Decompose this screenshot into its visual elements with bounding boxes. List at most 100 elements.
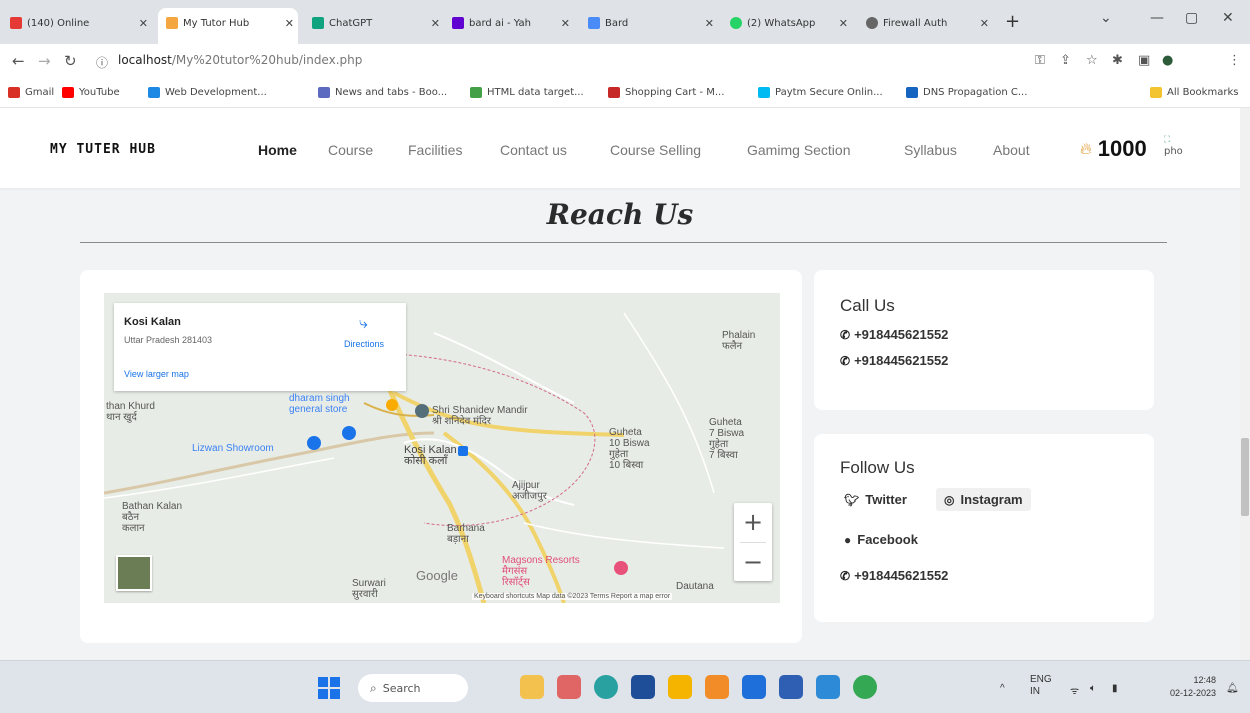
nav-course[interactable]: Course — [328, 142, 373, 158]
bookmark-item[interactable]: Paytm Secure Onlin... — [758, 87, 883, 98]
store-icon[interactable] — [631, 675, 655, 699]
nav-gaming-section[interactable]: Gamimg Section — [747, 142, 850, 158]
browser-tab[interactable]: bard ai - Yah ✕ — [444, 10, 574, 36]
browser-tab[interactable]: ChatGPT ✕ — [304, 10, 444, 36]
new-tab-button[interactable]: + — [1005, 11, 1020, 32]
close-icon[interactable]: ✕ — [561, 17, 570, 30]
profile-avatar-icon[interactable]: ● — [1162, 53, 1173, 68]
nav-syllabus[interactable]: Syllabus — [904, 142, 957, 158]
close-icon[interactable]: ✕ — [839, 17, 848, 30]
app-icon[interactable] — [705, 675, 729, 699]
taskbar-search[interactable]: ⌕ Search — [358, 674, 468, 702]
twitter-link[interactable]: 🐦︎ Twitter — [844, 492, 907, 507]
close-icon[interactable]: ✕ — [139, 17, 148, 30]
browser-tab[interactable]: (140) Online ✕ — [2, 10, 152, 36]
map-label: Bathan Kalan बठैन कलान — [122, 501, 183, 534]
menu-icon[interactable]: ⋮ — [1228, 53, 1241, 68]
bookmark-item[interactable]: YouTube — [62, 87, 120, 98]
map-label: Guheta 10 Biswa गुहेता 10 बिस्वा — [609, 427, 650, 471]
nav-contact-us[interactable]: Contact us — [500, 142, 567, 158]
back-arrow-icon[interactable]: ← — [12, 52, 25, 70]
user-avatar[interactable]: ⛶ pho — [1164, 134, 1200, 166]
map-card: Phalain फलैन than Khurd थान खुर्द dharam s… — [80, 270, 802, 643]
mail-icon[interactable] — [779, 675, 803, 699]
all-bookmarks-button[interactable]: All Bookmarks — [1150, 87, 1238, 98]
restore-button[interactable]: ▢ — [1185, 10, 1198, 26]
close-icon[interactable]: ✕ — [431, 17, 440, 30]
windows-start-icon[interactable] — [318, 677, 340, 699]
whatsapp-icon — [730, 17, 742, 29]
close-icon[interactable]: ✕ — [980, 17, 989, 30]
bookmark-item[interactable]: Gmail — [8, 87, 54, 98]
bookmark-icon — [608, 87, 620, 98]
call-us-title: Call Us — [840, 296, 895, 315]
map-label: than Khurd थान खुर्द — [106, 401, 155, 423]
bookmark-item[interactable]: Shopping Cart - M... — [608, 87, 724, 98]
close-icon[interactable]: ✕ — [285, 17, 294, 30]
nav-facilities[interactable]: Facilities — [408, 142, 462, 158]
nav-home[interactable]: Home — [258, 142, 297, 158]
follow-us-card: Follow Us 🐦︎ Twitter ◎ Instagram ● Facebook… — [814, 434, 1154, 622]
close-window-button[interactable]: ✕ — [1222, 10, 1234, 26]
minimize-button[interactable]: — — [1150, 10, 1164, 26]
file-explorer-icon[interactable] — [668, 675, 692, 699]
zoom-out-button[interactable]: − — [734, 543, 772, 581]
close-icon[interactable]: ✕ — [705, 17, 714, 30]
browser-tab[interactable]: Bard ✕ — [580, 10, 718, 36]
scrollbar-thumb[interactable] — [1241, 438, 1249, 516]
phone-link[interactable]: ✆ +918445621552 — [840, 568, 948, 583]
browser-tab-active[interactable]: My Tutor Hub ✕ — [158, 8, 298, 44]
side-panel-icon[interactable]: ▣ — [1138, 53, 1150, 68]
share-icon[interactable]: ⇪ — [1060, 53, 1071, 68]
key-icon[interactable]: ⚿ — [1035, 53, 1045, 68]
tab-search-icon[interactable]: ⌄ — [1100, 10, 1112, 26]
extensions-icon[interactable]: ✱ — [1112, 53, 1123, 68]
google-map[interactable]: Phalain फलैन than Khurd थान खुर्द dharam s… — [104, 293, 780, 603]
taskbar-clock[interactable]: 12:48 02-12-2023 — [1168, 674, 1216, 700]
phone-link[interactable]: ✆ +918445621552 — [840, 327, 948, 342]
nav-about[interactable]: About — [993, 142, 1030, 158]
browser-tab[interactable]: Firewall Auth ✕ — [858, 10, 993, 36]
site-info-icon[interactable]: ⓘ — [96, 54, 108, 71]
page-scrollbar[interactable] — [1240, 108, 1250, 660]
map-attribution[interactable]: Keyboard shortcuts Map data ©2023 Terms … — [472, 593, 673, 600]
facebook-link[interactable]: ● Facebook — [844, 532, 918, 547]
phone-link[interactable]: ✆ +918445621552 — [840, 353, 948, 368]
directions-link[interactable]: Directions — [344, 339, 384, 349]
language-indicator[interactable]: ENG IN — [1030, 674, 1052, 698]
map-label: Surwari सुरवारी — [352, 578, 386, 600]
vscode-icon[interactable] — [816, 675, 840, 699]
forward-arrow-icon[interactable]: → — [38, 52, 51, 70]
edge-icon[interactable] — [594, 675, 618, 699]
directions-icon[interactable]: ⤷ — [359, 313, 368, 333]
battery-icon[interactable]: ▮ — [1112, 683, 1118, 694]
browser-tab[interactable]: (2) WhatsApp ✕ — [722, 10, 852, 36]
tray-chevron-icon[interactable]: ^ — [1000, 683, 1005, 694]
bookmark-label: Web Development... — [165, 87, 267, 98]
globe-icon — [866, 17, 878, 29]
map-info-box: Kosi Kalan Uttar Pradesh 281403 View lar… — [114, 303, 406, 391]
nav-course-selling[interactable]: Course Selling — [610, 142, 701, 158]
zoom-in-button[interactable]: + — [734, 503, 772, 541]
widgets-icon[interactable] — [520, 675, 544, 699]
bookmark-item[interactable]: News and tabs - Boo... — [318, 87, 447, 98]
site-logo[interactable]: MY TUTER HUB — [50, 142, 156, 157]
reload-icon[interactable]: ↻ — [64, 52, 77, 70]
wifi-icon[interactable]: ᯤ — [1070, 683, 1079, 697]
satellite-toggle[interactable] — [116, 555, 152, 591]
map-label: Shri Shanidev Mandir श्री शनिदेव मंदिर — [432, 405, 528, 427]
instagram-link[interactable]: ◎ Instagram — [936, 488, 1031, 511]
volume-icon[interactable]: 🔈︎ — [1090, 683, 1096, 694]
star-icon[interactable]: ☆ — [1086, 53, 1098, 68]
bookmark-item[interactable]: DNS Propagation C... — [906, 87, 1027, 98]
app-icon[interactable] — [557, 675, 581, 699]
bookmark-item[interactable]: HTML data target... — [470, 87, 584, 98]
bookmark-label: News and tabs - Boo... — [335, 87, 448, 98]
paytm-icon — [758, 87, 770, 98]
view-larger-map-link[interactable]: View larger map — [124, 369, 189, 379]
notification-icon[interactable]: 🔔︎ — [1226, 683, 1239, 694]
bookmark-item[interactable]: Web Development... — [148, 87, 267, 98]
chrome-icon[interactable] — [853, 675, 877, 699]
url-field[interactable]: localhost/My%20tutor%20hub/index.php — [118, 53, 362, 67]
notepad-icon[interactable] — [742, 675, 766, 699]
